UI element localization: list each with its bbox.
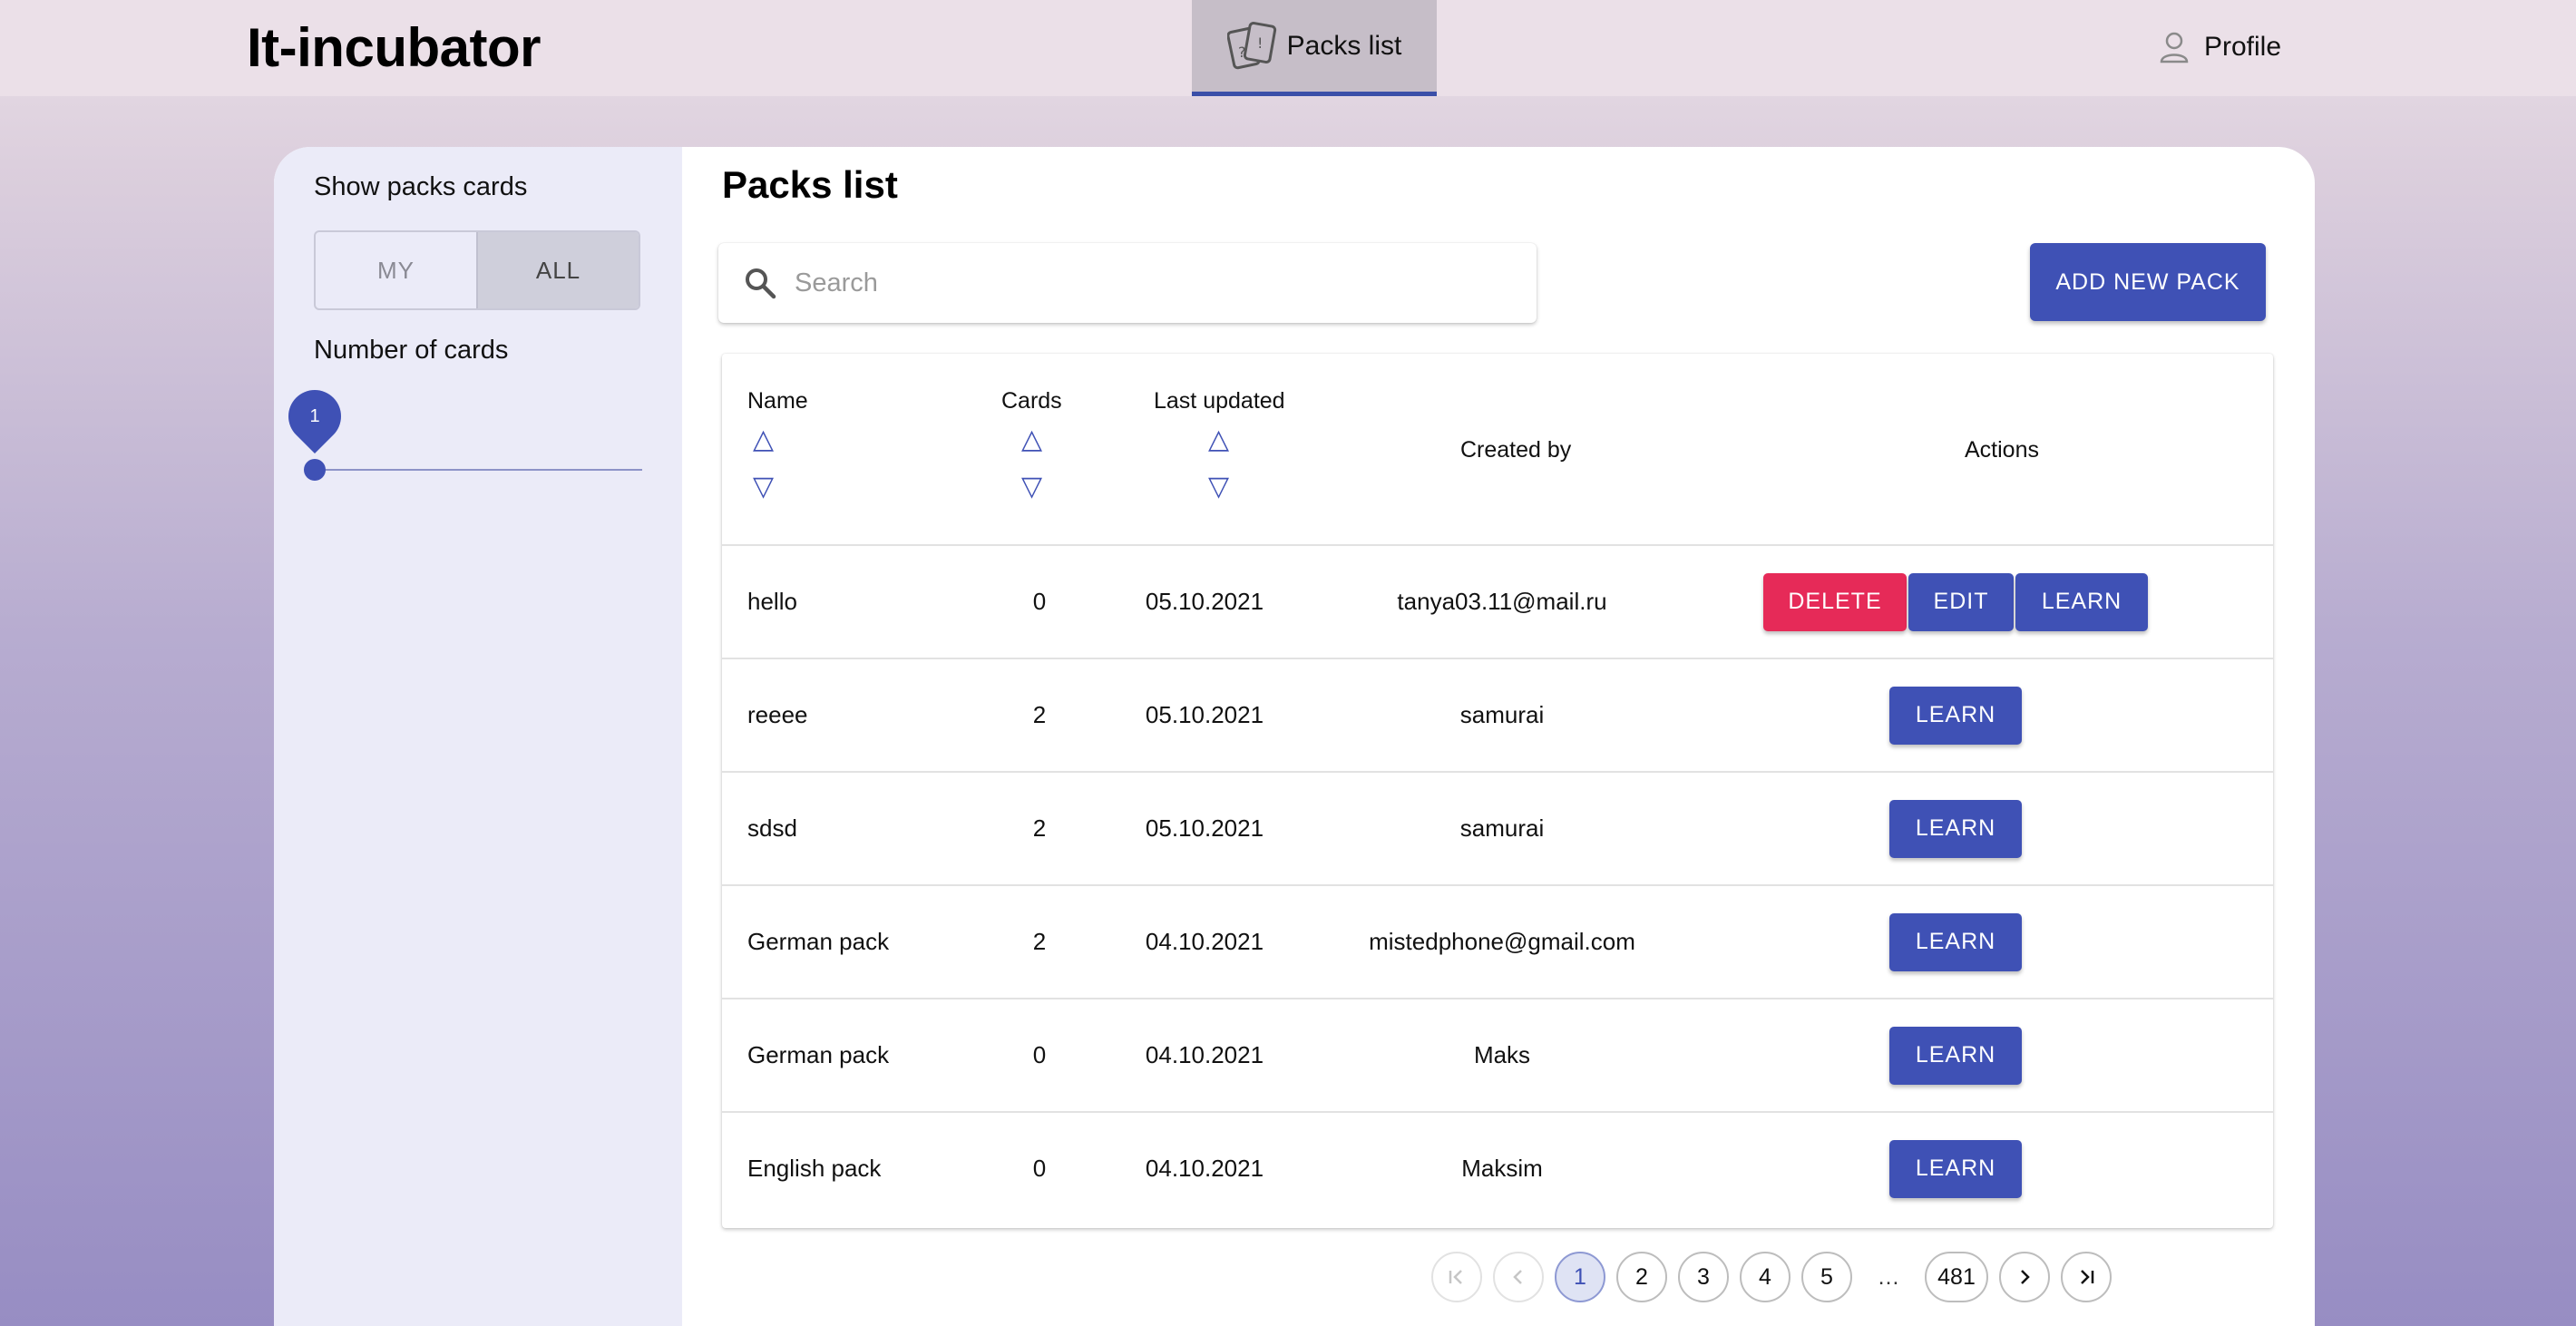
sort-updated-desc-icon[interactable]: ▽: [1208, 473, 1229, 501]
pagination: 1 2 3 4 5 … 481: [1431, 1252, 2112, 1302]
learn-button[interactable]: LEARN: [1889, 1026, 2022, 1085]
search-icon: [746, 268, 776, 299]
sort-name-desc-icon[interactable]: ▽: [753, 473, 774, 501]
page-button-last[interactable]: 481: [1925, 1252, 1988, 1302]
page-button-1[interactable]: 1: [1555, 1252, 1605, 1302]
pack-created-by: Maks: [1473, 1041, 1531, 1068]
learn-button[interactable]: LEARN: [1889, 799, 2022, 858]
pack-name: German pack: [747, 928, 890, 955]
packs-content: Packs list ADD NEW PACK Name △ ▽ Cards △…: [682, 147, 2315, 1326]
pack-cards-count: 0: [1032, 588, 1047, 615]
slider-value-label: 1: [309, 405, 320, 426]
row-actions: LEARN: [1702, 886, 2210, 998]
pack-last-updated: 05.10.2021: [1145, 588, 1264, 615]
column-header-actions: Actions: [1965, 437, 2039, 463]
sort-updated-asc-icon[interactable]: △: [1208, 426, 1229, 453]
pack-name: German pack: [747, 1041, 890, 1068]
row-actions: LEARN: [1702, 659, 2210, 771]
cards-icon: ? !: [1226, 21, 1276, 69]
svg-text:?: ?: [1238, 44, 1246, 61]
page-button-2[interactable]: 2: [1616, 1252, 1667, 1302]
row-actions: LEARN: [1702, 999, 2210, 1111]
next-page-button[interactable]: [1999, 1252, 2050, 1302]
cards-slider-thumb[interactable]: [304, 459, 326, 481]
edit-button[interactable]: EDIT: [1908, 572, 2014, 631]
pack-name: English pack: [747, 1155, 882, 1182]
profile-link[interactable]: Profile: [2159, 27, 2281, 67]
pack-cards-count: 2: [1032, 814, 1047, 842]
pack-created-by: mistedphone@gmail.com: [1369, 928, 1635, 955]
user-icon: [2160, 32, 2189, 63]
learn-button[interactable]: LEARN: [1889, 912, 2022, 971]
pack-last-updated: 04.10.2021: [1145, 1155, 1264, 1182]
search-box: [718, 243, 1537, 323]
pack-created-by: samurai: [1459, 701, 1545, 728]
sort-name-asc-icon[interactable]: △: [753, 426, 774, 453]
first-page-button[interactable]: [1431, 1252, 1482, 1302]
learn-button[interactable]: LEARN: [2015, 572, 2148, 631]
first-page-icon: [1449, 1270, 1462, 1284]
last-page-icon: [2081, 1270, 2094, 1284]
add-new-pack-button[interactable]: ADD NEW PACK: [2030, 243, 2266, 321]
pack-last-updated: 05.10.2021: [1145, 701, 1264, 728]
pack-cards-count: 0: [1032, 1041, 1047, 1068]
profile-label: Profile: [2204, 32, 2282, 62]
pack-created-by: samurai: [1459, 814, 1545, 842]
nav-tab-packs-list[interactable]: ? ! Packs list: [1192, 0, 1437, 96]
pack-last-updated: 05.10.2021: [1145, 814, 1264, 842]
nav-tab-label: Packs list: [1286, 30, 1402, 61]
chevron-left-icon: [1513, 1270, 1522, 1284]
pack-last-updated: 04.10.2021: [1145, 928, 1264, 955]
column-header-cards: Cards: [1001, 388, 1062, 414]
table-row: reeee 2 05.10.2021 samurai LEARN: [722, 659, 2273, 773]
learn-button[interactable]: LEARN: [1889, 686, 2022, 745]
packs-table: Name △ ▽ Cards △ ▽ Last updated △ ▽ Crea…: [722, 354, 2273, 1228]
table-row: sdsd 2 05.10.2021 samurai LEARN: [722, 773, 2273, 886]
last-page-nav-button[interactable]: [2061, 1252, 2112, 1302]
page-button-4[interactable]: 4: [1740, 1252, 1791, 1302]
table-header: Name △ ▽ Cards △ ▽ Last updated △ ▽ Crea…: [722, 354, 2273, 546]
sidebar: Show packs cards MY ALL Number of cards …: [274, 147, 682, 1326]
pack-created-by: tanya03.11@mail.ru: [1397, 588, 1607, 615]
chevron-right-icon: [2021, 1270, 2030, 1284]
row-actions: LEARN: [1702, 1113, 2210, 1224]
row-actions: LEARN: [1702, 773, 2210, 884]
prev-page-button[interactable]: [1493, 1252, 1544, 1302]
table-row: hello 0 05.10.2021 tanya03.11@mail.ru DE…: [722, 546, 2273, 659]
column-header-name: Name: [747, 388, 808, 414]
table-row: German pack 0 04.10.2021 Maks LEARN: [722, 999, 2273, 1113]
cards-slider-track[interactable]: [314, 469, 642, 471]
toggle-my-button[interactable]: MY: [316, 232, 476, 308]
svg-text:!: !: [1257, 34, 1263, 52]
sort-cards-desc-icon[interactable]: ▽: [1021, 473, 1042, 501]
table-row: English pack 0 04.10.2021 Maksim LEARN: [722, 1113, 2273, 1226]
search-input[interactable]: [795, 268, 1502, 298]
page-button-5[interactable]: 5: [1801, 1252, 1852, 1302]
main-card: Show packs cards MY ALL Number of cards …: [274, 147, 2315, 1326]
column-header-last-updated: Last updated: [1154, 388, 1285, 414]
pagination-ellipsis: …: [1877, 1263, 1900, 1290]
pack-cards-count: 2: [1032, 928, 1047, 955]
page-button-3[interactable]: 3: [1678, 1252, 1729, 1302]
pack-name: sdsd: [747, 814, 797, 842]
app-logo: It-incubator: [247, 17, 541, 78]
delete-button[interactable]: DELETE: [1763, 572, 1907, 631]
toggle-all-button[interactable]: ALL: [476, 232, 639, 308]
pack-created-by: Maksim: [1461, 1155, 1543, 1182]
packs-toggle: MY ALL: [314, 230, 640, 310]
show-packs-title: Show packs cards: [314, 172, 528, 201]
pack-name: reeee: [747, 701, 808, 728]
learn-button[interactable]: LEARN: [1889, 1139, 2022, 1198]
pack-cards-count: 2: [1032, 701, 1047, 728]
sort-cards-asc-icon[interactable]: △: [1021, 426, 1042, 453]
row-actions: DELETE EDIT LEARN: [1702, 546, 2210, 658]
pack-name: hello: [747, 588, 797, 615]
column-header-created-by: Created by: [1460, 437, 1572, 463]
number-of-cards-title: Number of cards: [314, 336, 509, 365]
page-title: Packs list: [722, 163, 898, 206]
pack-last-updated: 04.10.2021: [1145, 1041, 1264, 1068]
table-row: German pack 2 04.10.2021 mistedphone@gma…: [722, 886, 2273, 999]
pack-cards-count: 0: [1032, 1155, 1047, 1182]
top-header: It-incubator ? ! Packs list Profile: [0, 0, 2576, 96]
